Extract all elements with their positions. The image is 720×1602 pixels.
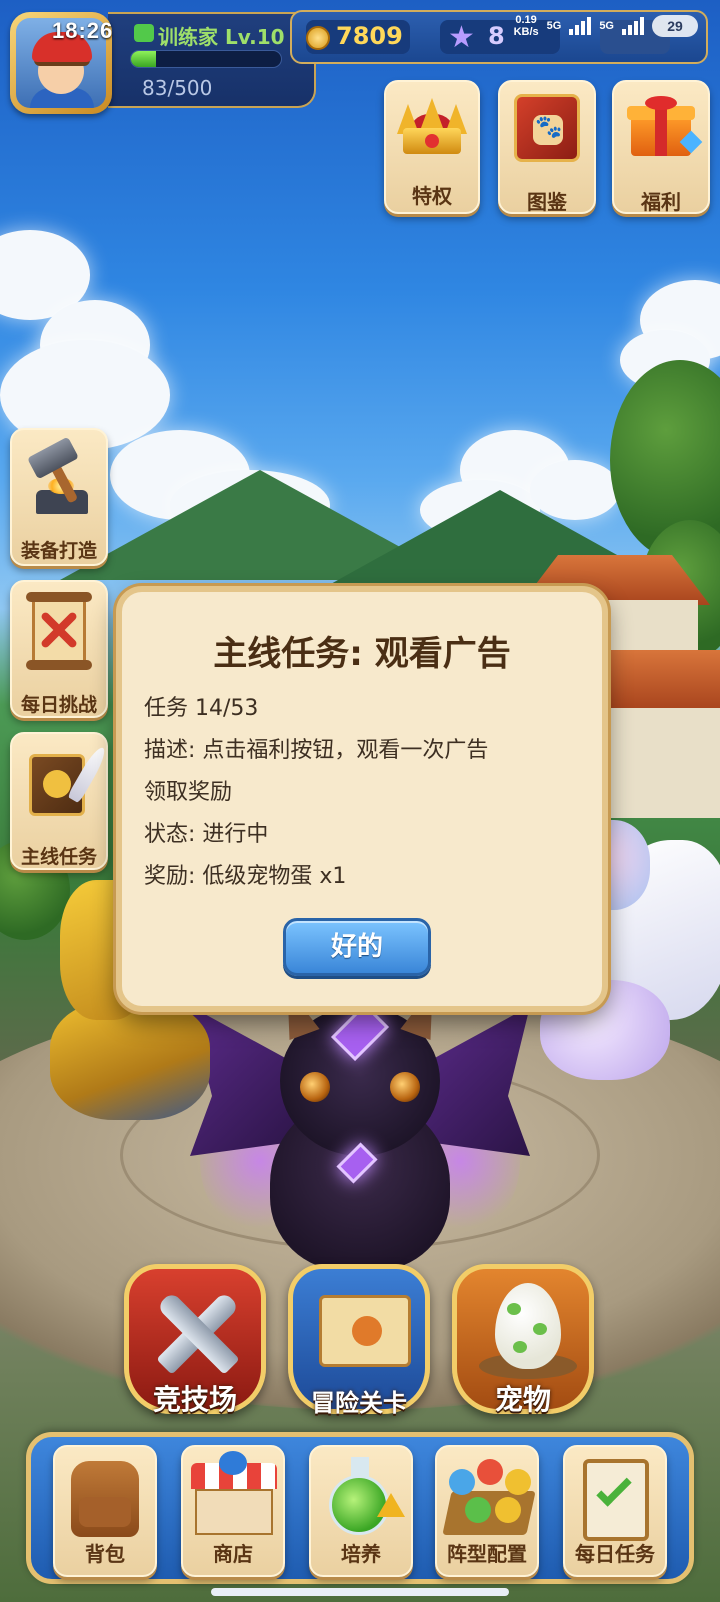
net-speed: 0.19 KB/s [513, 14, 539, 38]
welfare-button[interactable]: 福利 [612, 80, 710, 214]
level-icon [134, 24, 154, 42]
nav-train-label: 培养 [341, 1542, 381, 1566]
welfare-label: 福利 [641, 190, 681, 214]
status-indicators: 0.19 KB/s 5G 5G 29 [514, 14, 698, 38]
net-type-1: 5G [546, 20, 562, 32]
crown-icon [397, 96, 467, 154]
arena-button[interactable]: 竞技场 [124, 1264, 266, 1428]
dialog-body: 任务 14/53 描述: 点击福利按钮，观看一次广告 领取奖励 状态: 进行中 … [144, 688, 582, 898]
ok-button[interactable]: 好的 [283, 918, 431, 976]
nav-shop[interactable]: 商店 [181, 1445, 285, 1577]
equipment-forge-label: 装备打造 [20, 540, 97, 562]
nav-daily-quest[interactable]: 每日任务 [563, 1445, 667, 1577]
gift-icon [627, 96, 703, 156]
exp-bar-fill [131, 51, 156, 67]
exp-text: 83/500 [142, 76, 213, 100]
nav-formation-label: 阵型配置 [447, 1542, 527, 1566]
daily-challenge-label: 每日挑战 [20, 694, 97, 716]
nav-shop-label: 商店 [213, 1542, 253, 1566]
main-quest-label: 主线任务 [20, 846, 97, 868]
egg-icon [495, 1283, 561, 1369]
equipment-forge-button[interactable]: 装备打造 [10, 428, 108, 566]
privilege-label: 特权 [412, 184, 452, 208]
arena-label: 竞技场 [152, 1383, 237, 1416]
home-indicator[interactable] [211, 1588, 509, 1596]
quest-description: 描述: 点击福利按钮，观看一次广告 [144, 738, 489, 763]
privilege-button[interactable]: 特权 [384, 80, 480, 214]
gem-value: 8 [488, 22, 505, 50]
map-scroll-icon [319, 1295, 411, 1367]
player-name-level: 训练家 Lv.10 [158, 25, 285, 49]
pet-button[interactable]: 宠物 [452, 1264, 594, 1428]
nav-train[interactable]: 培养 [309, 1445, 413, 1577]
coin-icon [306, 26, 330, 50]
quest-reward: 奖励: 低级宠物蛋 x1 [144, 864, 347, 889]
nav-backpack-label: 背包 [85, 1542, 125, 1566]
book-icon [514, 94, 580, 162]
star-gem-icon: ★ [448, 20, 475, 55]
adventure-label: 冒险关卡 [311, 1389, 407, 1417]
battery-icon: 29 [652, 15, 698, 37]
daily-challenge-button[interactable]: 每日挑战 [10, 580, 108, 718]
quest-description-cont: 领取奖励 [144, 780, 233, 805]
coin-value: 7809 [336, 22, 403, 50]
quest-dialog: 主线任务: 观看广告 任务 14/53 描述: 点击福利按钮，观看一次广告 领取… [116, 586, 608, 1012]
signal-icon [569, 17, 592, 35]
quest-progress: 任务 14/53 [144, 696, 259, 721]
nav-formation[interactable]: 阵型配置 [435, 1445, 539, 1577]
hammer-anvil-icon [18, 436, 100, 514]
pet-label: 宠物 [494, 1383, 551, 1416]
main-quest-button[interactable]: 主线任务 [10, 732, 110, 870]
bottom-nav: 背包 商店 培养 阵型配置 每日任务 [26, 1432, 694, 1584]
nav-backpack[interactable]: 背包 [53, 1445, 157, 1577]
nav-daily-quest-label: 每日任务 [575, 1542, 655, 1566]
dialog-title: 主线任务: 观看广告 [213, 634, 511, 674]
pokedex-label: 图鉴 [527, 190, 567, 214]
quest-book-icon [23, 744, 110, 820]
pokedex-button[interactable]: 图鉴 [498, 80, 596, 214]
player-info-panel: 训练家 Lv.10 83/500 [108, 12, 316, 108]
exp-bar [130, 50, 282, 68]
signal-icon-2 [622, 17, 644, 35]
net-type-2: 5G [599, 20, 614, 32]
scroll-icon [24, 592, 94, 670]
quest-status: 状态: 进行中 [144, 822, 269, 847]
adventure-button[interactable]: 冒险关卡 [288, 1264, 430, 1428]
status-time: 18:26 [52, 18, 114, 43]
